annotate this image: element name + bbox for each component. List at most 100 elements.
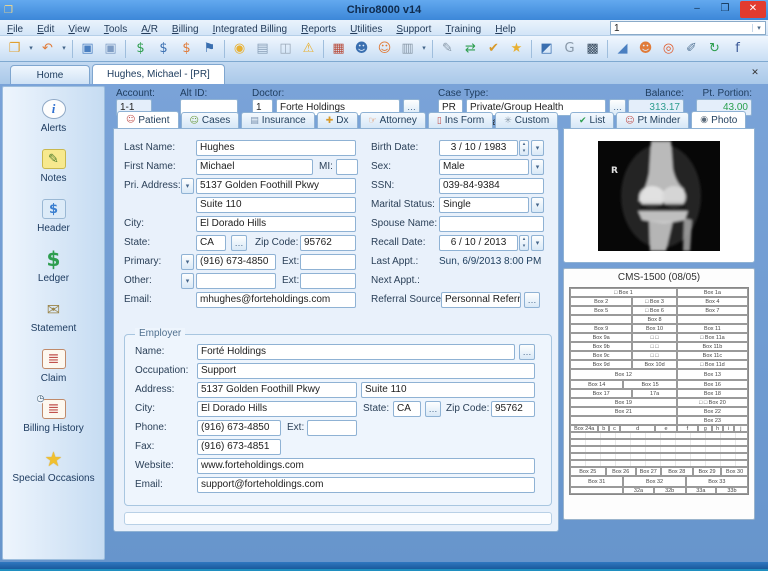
employer-phone-input[interactable]: (916) 673-4850 <box>197 420 281 436</box>
payment-dollar-icon[interactable]: $ <box>130 38 151 59</box>
referral-input[interactable]: Personnal Referral : <box>441 292 521 308</box>
ssn-input[interactable]: 039-84-9384 <box>439 178 544 194</box>
address2-input[interactable]: Suite 110 <box>196 197 356 213</box>
patients-icon[interactable]: ☻ <box>351 38 372 59</box>
restore-button[interactable]: ❒ <box>712 1 738 18</box>
refresh-icon[interactable]: ↻ <box>704 38 725 59</box>
facebook-icon[interactable]: f <box>727 38 748 59</box>
address-dropdown-icon[interactable]: ▾ <box>181 178 194 194</box>
flag-icon[interactable]: ⚑ <box>199 38 220 59</box>
birth-date-spinner[interactable]: ▴▾ <box>519 140 529 156</box>
employer-zip-input[interactable]: 95762 <box>491 401 535 417</box>
tab-ins-form[interactable]: ▯Ins Form <box>428 112 493 128</box>
menu-item-reports[interactable]: Reports <box>294 24 343 35</box>
first-name-input[interactable]: Michael <box>196 159 313 175</box>
other-phone-dropdown-icon[interactable]: ▾ <box>181 273 194 289</box>
star-icon[interactable]: ★ <box>506 38 527 59</box>
tab-patient[interactable]: ☺Patient <box>117 111 179 128</box>
other-ext-input[interactable] <box>300 273 356 289</box>
edit-pen-icon[interactable]: ✐ <box>681 38 702 59</box>
charge-dollar-icon[interactable]: $ <box>153 38 174 59</box>
recall-date-spinner[interactable]: ▴▾ <box>519 235 529 251</box>
state-input[interactable]: CA <box>196 235 226 251</box>
tab-pt-minder[interactable]: ☺Pt Minder <box>616 112 689 128</box>
employer-address1-input[interactable]: 5137 Golden Foothill Pkwy <box>197 382 357 398</box>
sidebar-item-notes[interactable]: ✎Notes <box>3 147 104 184</box>
tab-attorney[interactable]: ☞Attorney <box>360 112 426 128</box>
g-service-icon[interactable]: G <box>559 38 580 59</box>
birth-date-input[interactable]: 3 / 10 / 1983 <box>439 140 518 156</box>
employer-state-lookup-button[interactable]: … <box>425 401 441 417</box>
employer-state-input[interactable]: CA <box>393 401 421 417</box>
save-all-icon[interactable]: ▣ <box>100 38 121 59</box>
sidebar-item-alerts[interactable]: iAlerts <box>3 97 104 134</box>
puzzle-icon[interactable]: ◩ <box>536 38 557 59</box>
occupation-input[interactable]: Support <box>197 363 535 379</box>
sync-icon[interactable]: ⇄ <box>460 38 481 59</box>
employer-city-input[interactable]: El Dorado Hills <box>197 401 357 417</box>
menu-item-billing[interactable]: Billing <box>165 24 206 35</box>
tab-home[interactable]: Home <box>10 65 90 84</box>
menu-item-a-r[interactable]: A/R <box>134 24 165 35</box>
employer-ext-input[interactable] <box>307 420 357 436</box>
target-icon[interactable]: ◎ <box>658 38 679 59</box>
coin-icon[interactable]: ◉ <box>229 38 250 59</box>
open-folder-icon[interactable]: ❐ <box>4 38 25 59</box>
sidebar-item-special-occasions[interactable]: ★Special Occasions <box>3 447 104 484</box>
minimize-button[interactable]: – <box>684 1 710 18</box>
employer-lookup-button[interactable]: … <box>519 344 535 360</box>
patient-icon[interactable]: ☺ <box>374 38 395 59</box>
tab-dx[interactable]: ✚Dx <box>317 112 358 128</box>
chevron-down-icon[interactable]: ▾ <box>60 38 68 59</box>
menu-item-support[interactable]: Support <box>389 24 438 35</box>
sex-dropdown-icon[interactable]: ▾ <box>531 159 544 175</box>
mi-input[interactable] <box>336 159 358 175</box>
tab-insurance[interactable]: ▤Insurance <box>241 112 314 128</box>
address-book-icon[interactable]: ▥ <box>397 38 418 59</box>
employer-name-input[interactable]: Forté Holdings <box>197 344 515 360</box>
tab-photo[interactable]: ◉Photo <box>691 111 746 128</box>
calendar-icon[interactable]: ▦ <box>328 38 349 59</box>
tab-custom[interactable]: ✳Custom <box>495 112 558 128</box>
sidebar-item-header[interactable]: $Header <box>3 197 104 234</box>
state-lookup-button[interactable]: … <box>231 235 247 251</box>
referral-lookup-button[interactable]: … <box>524 292 540 308</box>
menu-item-view[interactable]: View <box>61 24 97 35</box>
menu-item-training[interactable]: Training <box>438 24 488 35</box>
tab-patient-hughes[interactable]: Hughes, Michael - [PR] <box>92 64 225 84</box>
email-input[interactable]: mhughes@forteholdings.com <box>196 292 356 308</box>
archive-icon[interactable]: ◫ <box>275 38 296 59</box>
sex-select[interactable]: Male <box>439 159 529 175</box>
primary-ext-input[interactable] <box>300 254 356 270</box>
employer-address2-input[interactable]: Suite 110 <box>361 382 535 398</box>
chevron-down-icon[interactable]: ▾ <box>27 38 35 59</box>
close-button[interactable]: ✕ <box>740 1 766 18</box>
marital-dropdown-icon[interactable]: ▾ <box>531 197 544 213</box>
tab-close-icon[interactable]: ✕ <box>748 66 762 80</box>
tab-list[interactable]: ✔List <box>570 112 614 128</box>
zip-input[interactable]: 95762 <box>300 235 356 251</box>
quick-search-combo[interactable]: 1 ▾ <box>610 21 766 35</box>
last-name-input[interactable]: Hughes <box>196 140 356 156</box>
other-phone-input[interactable] <box>196 273 276 289</box>
sidebar-item-billing-history[interactable]: ≣Billing History <box>3 397 104 434</box>
recall-calendar-button[interactable]: ▾ <box>531 235 544 251</box>
sidebar-item-ledger[interactable]: $Ledger <box>3 247 104 284</box>
group-icon[interactable]: ☻ <box>635 38 656 59</box>
birth-date-calendar-button[interactable]: ▾ <box>531 140 544 156</box>
sidebar-item-statement[interactable]: ✉Statement <box>3 297 104 334</box>
chevron-down-icon[interactable]: ▾ <box>752 24 765 32</box>
dice-icon[interactable]: ▩ <box>582 38 603 59</box>
address1-input[interactable]: 5137 Golden Foothill Pkwy <box>196 178 356 194</box>
menu-item-integrated-billing[interactable]: Integrated Billing <box>206 24 295 35</box>
chevron-down-icon[interactable]: ▾ <box>420 38 428 59</box>
tab-cases[interactable]: ☺Cases <box>181 112 240 128</box>
refund-dollar-icon[interactable]: $ <box>176 38 197 59</box>
website-input[interactable]: www.forteholdings.com <box>197 458 535 474</box>
sidebar-item-claim[interactable]: ≣Claim <box>3 347 104 384</box>
menu-item-utilities[interactable]: Utilities <box>343 24 389 35</box>
save-icon[interactable]: ▣ <box>77 38 98 59</box>
chart-icon[interactable]: ◢ <box>612 38 633 59</box>
marital-select[interactable]: Single <box>439 197 529 213</box>
fax-input[interactable]: (916) 673-4851 <box>197 439 281 455</box>
